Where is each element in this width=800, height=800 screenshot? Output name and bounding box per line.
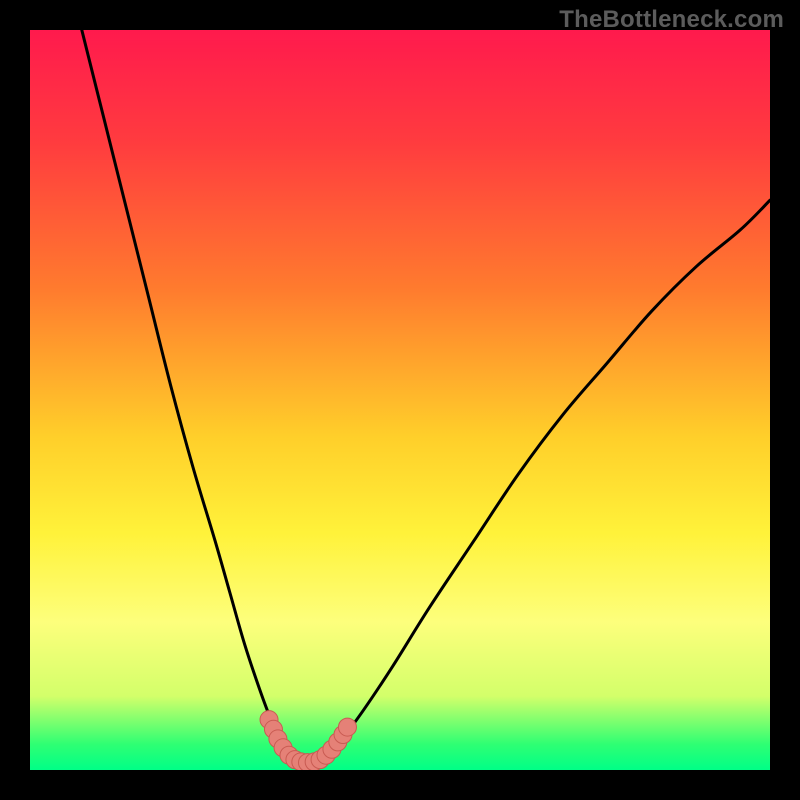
gradient-background	[30, 30, 770, 770]
plot-area	[30, 30, 770, 770]
data-marker	[338, 718, 356, 736]
chart-svg	[30, 30, 770, 770]
outer-frame: TheBottleneck.com	[0, 0, 800, 800]
